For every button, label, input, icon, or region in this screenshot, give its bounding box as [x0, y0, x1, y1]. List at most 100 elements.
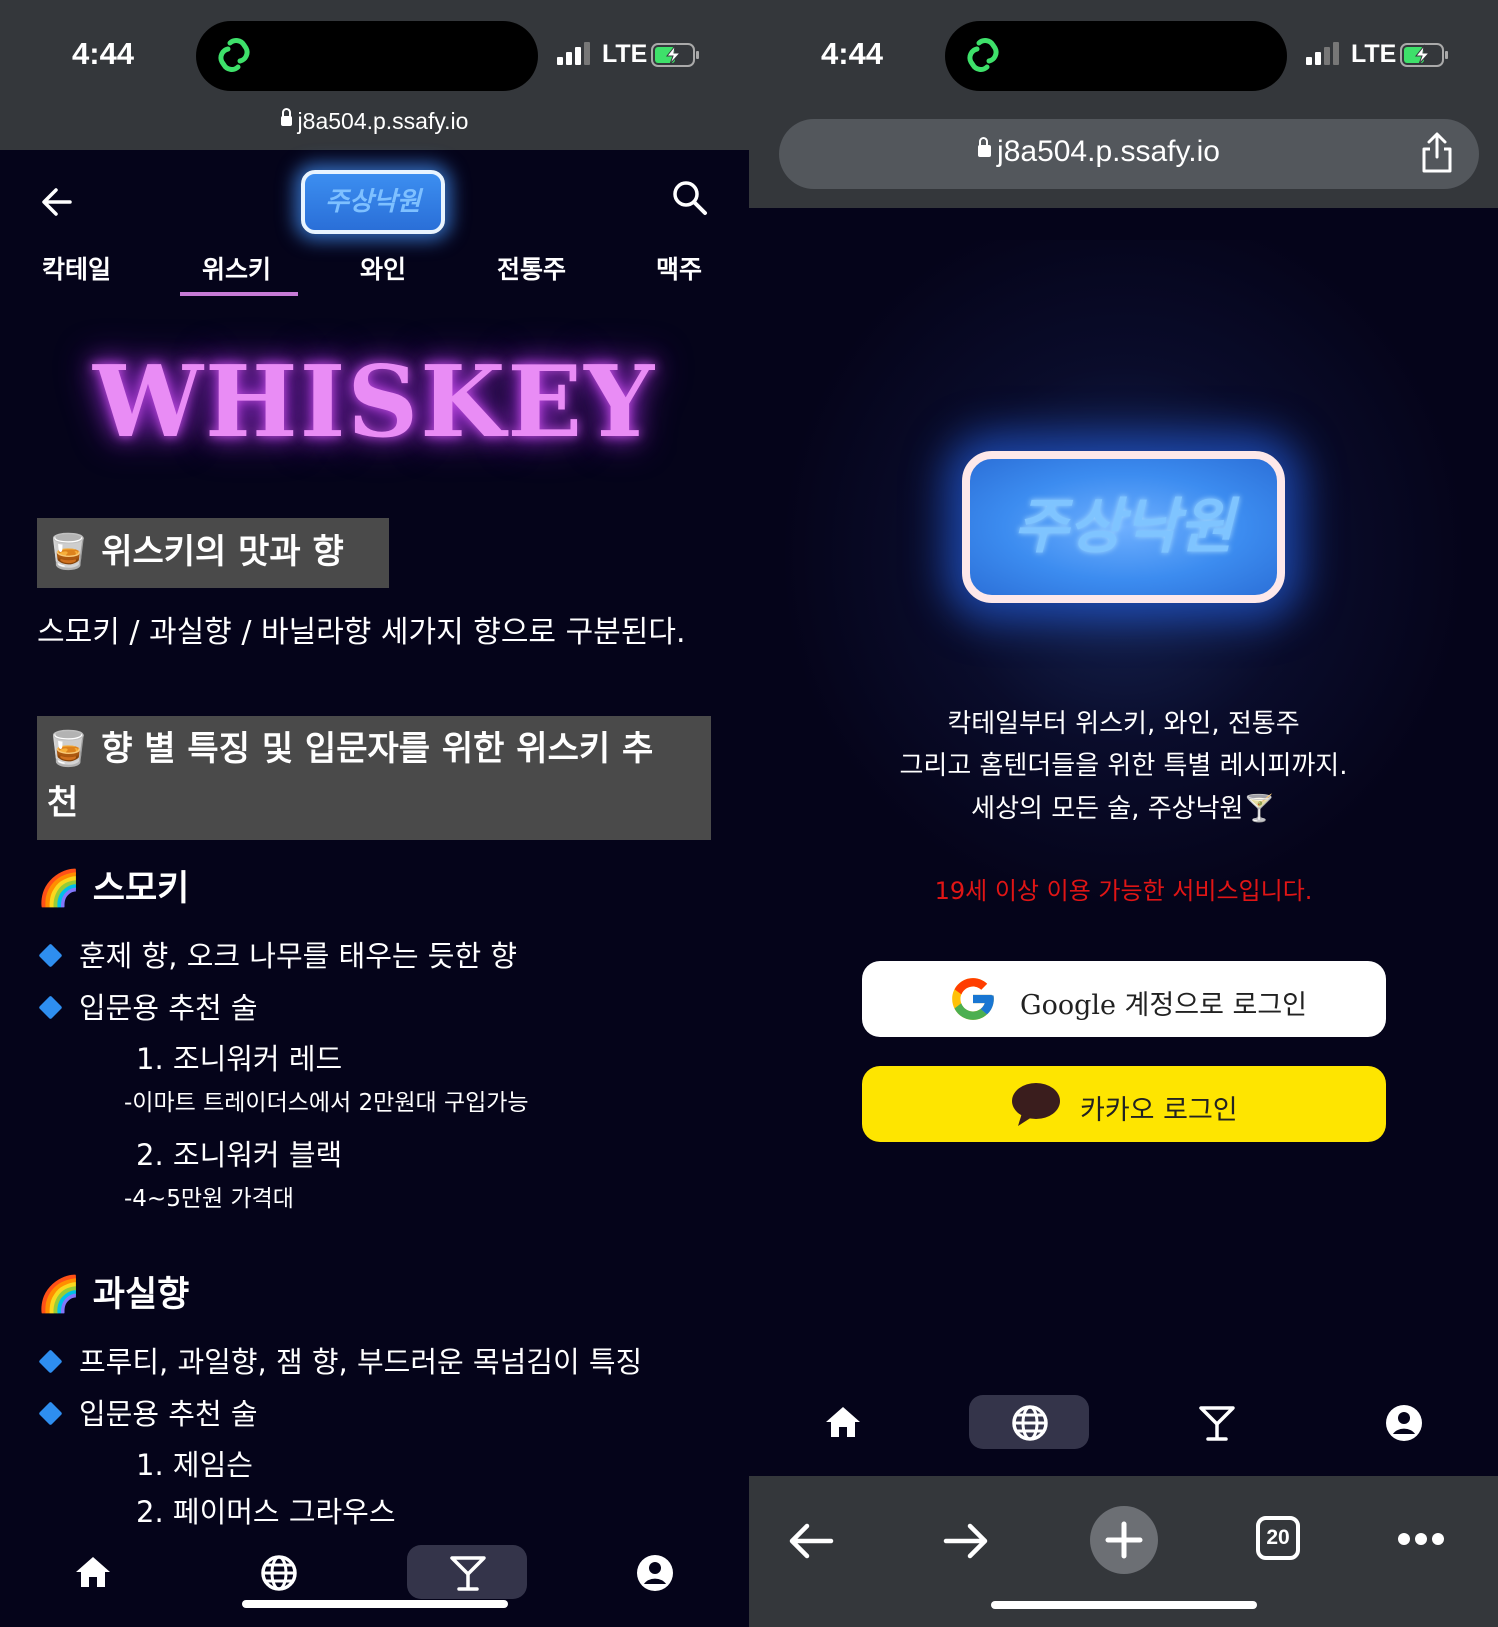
nav-home[interactable] — [32, 1545, 152, 1599]
home-indicator — [991, 1601, 1257, 1609]
google-login-button[interactable]: Google 계정으로 로그인 — [862, 961, 1386, 1037]
bottom-nav — [0, 1545, 749, 1605]
recommendation-note: -4~5만원 가격대 — [124, 1186, 294, 1212]
section-title: 위스키의 맛과 향 — [101, 532, 344, 572]
list-item-text: 입문용 추천 술 — [79, 1397, 258, 1431]
dynamic-island — [945, 21, 1287, 91]
logo[interactable]: 주상낙원 — [301, 170, 445, 234]
rainbow-emoji: 🌈 — [37, 1275, 81, 1315]
url-text: j8a504.p.ssafy.io — [997, 135, 1220, 168]
network-label: LTE — [602, 40, 648, 68]
google-g-icon — [952, 978, 994, 1020]
whiskey-glass-emoji: 🥃 — [47, 532, 90, 572]
kakao-login-button[interactable]: 카카오 로그인 — [862, 1066, 1386, 1142]
diamond-bullet-icon — [38, 1348, 63, 1374]
section-header-taste: 🥃 위스키의 맛과 향 — [37, 518, 389, 588]
diamond-bullet-icon — [38, 942, 63, 968]
link-icon — [218, 38, 250, 72]
diamond-bullet-icon — [38, 994, 63, 1020]
home-icon — [826, 1407, 860, 1437]
section-header-recommend: 🥃 향 별 특징 및 입문자를 위한 위스키 추천 — [37, 716, 711, 840]
rainbow-emoji: 🌈 — [37, 869, 81, 909]
nav-globe[interactable] — [218, 1545, 338, 1599]
left-phone-screen: 4:44 LTE j8a504.p.ssafy.io 주상낙원 칵테일 위스키 — [0, 0, 749, 1627]
tab-whiskey[interactable]: 위스키 — [202, 250, 271, 286]
section-title-line1: 향 별 특징 및 입문자를 위한 위스키 추 — [101, 729, 654, 769]
user-profile-icon — [637, 1555, 673, 1591]
active-tab-indicator — [180, 292, 298, 296]
signal-icon — [1306, 42, 1339, 65]
tab-traditional[interactable]: 전통주 — [497, 250, 566, 286]
subsection-smoky: 🌈 스모키 — [37, 860, 189, 911]
signal-icon — [557, 42, 590, 65]
intro-line-3: 세상의 모든 술, 주상낙원🍸 — [971, 794, 1276, 824]
whiskey-glass-emoji: 🥃 — [47, 729, 90, 769]
kakao-login-label: 카카오 로그인 — [1080, 1095, 1238, 1126]
nav-globe[interactable] — [969, 1395, 1089, 1449]
browser-back-icon[interactable] — [787, 1520, 835, 1562]
logo: 주상낙원 — [962, 451, 1285, 603]
section-body: 스모키 / 과실향 / 바닐라향 세가지 향으로 구분된다. — [37, 615, 686, 650]
home-icon — [76, 1557, 110, 1587]
url-text: j8a504.p.ssafy.io — [297, 108, 469, 134]
link-icon — [967, 38, 999, 72]
tab-wine[interactable]: 와인 — [360, 250, 406, 286]
recommendation-item: 2. 페이머스 그라우스 — [136, 1495, 396, 1529]
lock-icon — [978, 137, 992, 158]
recommendation-item: 1. 조니워커 레드 — [136, 1042, 343, 1076]
section-title-line2: 천 — [47, 783, 79, 823]
battery-icon — [651, 43, 699, 67]
list-item-text: 프루티, 과일향, 잼 향, 부드러운 목넘김이 특징 — [79, 1345, 643, 1379]
right-phone-screen: 4:44 LTE j8a504.p.ssafy.io 주상낙원 칵테일부터 위스… — [749, 0, 1498, 1627]
list-item: 입문용 추천 술 — [38, 985, 258, 1027]
nav-profile[interactable] — [1343, 1395, 1463, 1449]
browser-toolbar: 20 — [749, 1476, 1498, 1627]
home-indicator — [242, 1600, 508, 1608]
network-label: LTE — [1351, 40, 1397, 68]
tab-cocktail[interactable]: 칵테일 — [42, 250, 111, 286]
nav-home[interactable] — [782, 1395, 902, 1449]
status-time: 4:44 — [72, 36, 135, 71]
list-item-text: 입문용 추천 술 — [79, 991, 258, 1025]
diamond-bullet-icon — [38, 1400, 63, 1426]
list-item: 입문용 추천 술 — [38, 1391, 258, 1433]
lock-icon — [280, 107, 292, 126]
back-arrow-icon[interactable] — [40, 185, 74, 219]
hero-title: WHISKEY — [92, 345, 657, 460]
recommendation-note: -이마트 트레이더스에서 2만원대 구입가능 — [124, 1090, 529, 1116]
recommendation-item: 2. 조니워커 블랙 — [136, 1138, 343, 1172]
nav-profile[interactable] — [594, 1545, 714, 1599]
globe-icon — [1012, 1405, 1048, 1441]
bottom-nav — [749, 1395, 1498, 1455]
new-tab-plus-icon[interactable] — [1089, 1505, 1159, 1575]
tab-count-button[interactable]: 20 — [1256, 1516, 1300, 1560]
browser-forward-icon[interactable] — [942, 1520, 990, 1562]
address-bar[interactable]: j8a504.p.ssafy.io — [0, 107, 749, 135]
google-login-label: Google 계정으로 로그인 — [1020, 990, 1308, 1021]
list-item: 프루티, 과일향, 잼 향, 부드러운 목넘김이 특징 — [38, 1339, 643, 1381]
recommendation-item: 1. 제임슨 — [136, 1448, 253, 1482]
user-profile-icon — [1386, 1405, 1422, 1441]
tab-beer[interactable]: 맥주 — [656, 250, 702, 286]
subsection-fruity: 🌈 과실향 — [37, 1266, 189, 1317]
intro-line-2: 그리고 홈텐더들을 위한 특별 레시피까지. — [899, 751, 1348, 781]
share-icon[interactable] — [1419, 131, 1455, 175]
subsection-title: 과실향 — [92, 1275, 190, 1315]
nav-cocktail[interactable] — [1156, 1395, 1276, 1449]
search-icon[interactable] — [672, 180, 708, 216]
status-bar: 4:44 LTE j8a504.p.ssafy.io — [749, 0, 1498, 208]
cocktail-glass-icon — [450, 1556, 486, 1591]
status-time: 4:44 — [821, 36, 884, 71]
battery-icon — [1400, 43, 1448, 67]
address-bar[interactable]: j8a504.p.ssafy.io — [779, 119, 1479, 189]
globe-icon — [261, 1555, 297, 1591]
status-bar: 4:44 LTE j8a504.p.ssafy.io — [0, 0, 749, 150]
nav-cocktail[interactable] — [407, 1545, 527, 1599]
intro-line-1: 칵테일부터 위스키, 와인, 전통주 — [947, 709, 1300, 739]
list-item: 훈제 향, 오크 나무를 태우는 듯한 향 — [38, 933, 518, 975]
age-notice: 19세 이상 이용 가능한 서비스입니다. — [934, 877, 1313, 905]
more-options-icon[interactable] — [1397, 1531, 1445, 1547]
list-item-text: 훈제 향, 오크 나무를 태우는 듯한 향 — [79, 939, 518, 973]
cocktail-glass-icon — [1199, 1406, 1235, 1441]
dynamic-island — [196, 21, 538, 91]
